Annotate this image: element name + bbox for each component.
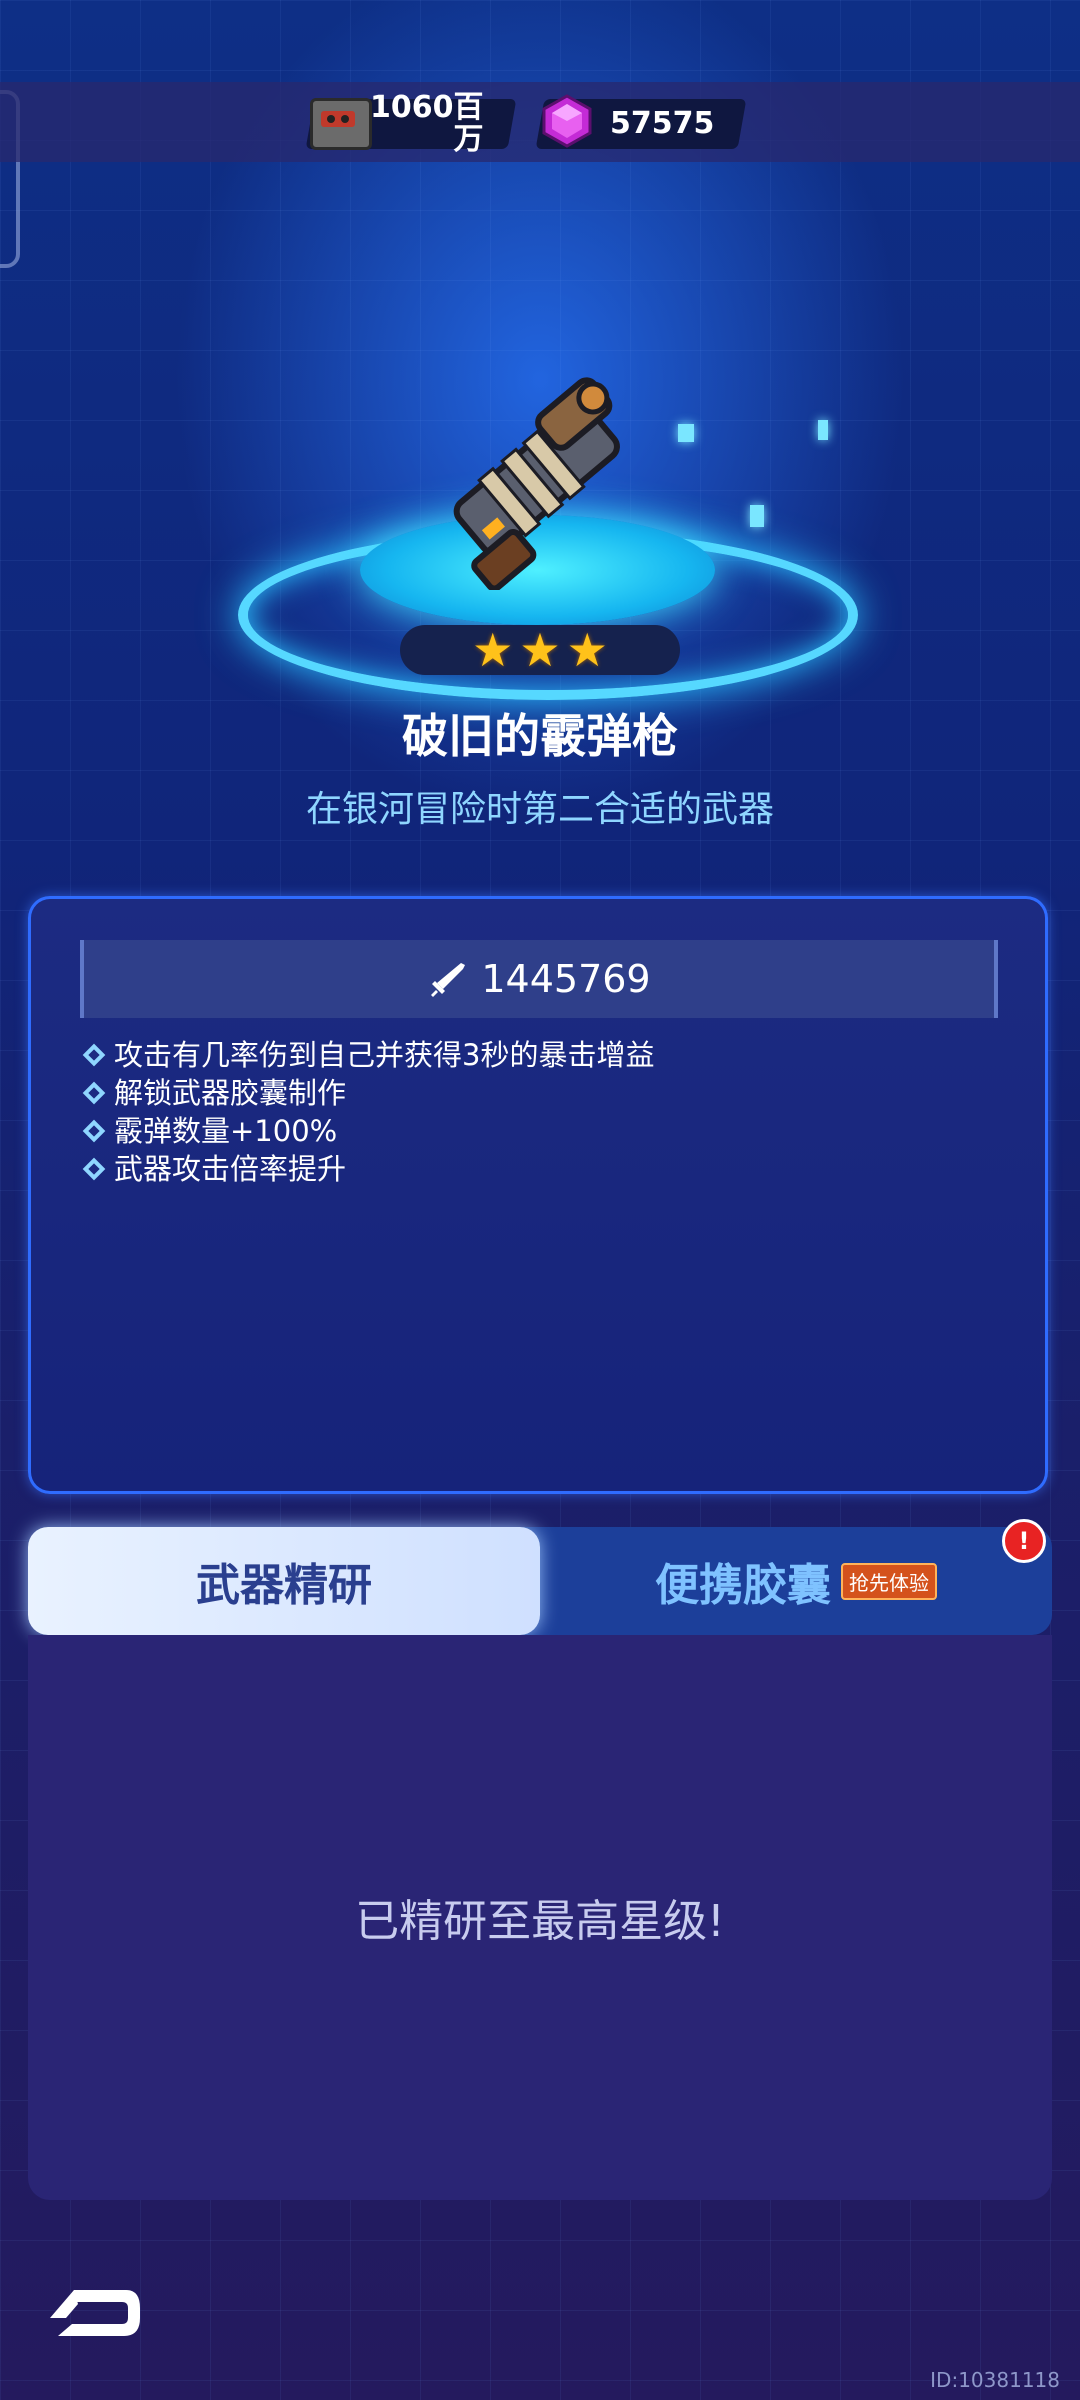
- cassette-tape-icon: [310, 98, 372, 150]
- resource-bar: 1060百 万 57575: [0, 82, 1080, 162]
- sparkle: [818, 420, 828, 440]
- sparkle: [750, 505, 764, 527]
- weapon-showcase: ★ ★ ★: [0, 300, 1080, 720]
- tape-currency[interactable]: 1060百 万: [305, 90, 516, 157]
- effects-list: 攻击有几率伤到自己并获得3秒的暴击增益 解锁武器胶囊制作 霰弹数量+100% 武…: [82, 1036, 654, 1188]
- max-level-message: 已精研至最高星级!: [355, 1896, 725, 1947]
- diamond-bullet-icon: [82, 1081, 106, 1105]
- gem-currency-value: 57575: [610, 106, 715, 141]
- back-arrow-icon[interactable]: [44, 2278, 144, 2348]
- tab-content: 已精研至最高星级!: [28, 1635, 1052, 2200]
- weapon-description: 在银河冒险时第二合适的武器: [305, 789, 774, 830]
- tape-currency-value: 1060百 万: [370, 90, 484, 157]
- early-access-badge: 抢先体验: [841, 1562, 937, 1600]
- player-id: ID:10381118: [930, 2368, 1060, 2392]
- effect-item: 霰弹数量+100%: [82, 1112, 654, 1150]
- power-value: 1445769: [481, 957, 651, 1001]
- purple-gem-icon: [542, 94, 592, 148]
- weapon-power: 1445769: [80, 940, 998, 1018]
- exclamation-icon: !: [1002, 1519, 1046, 1563]
- tab-bar: 武器精研 便携胶囊 抢先体验 !: [28, 1519, 1052, 1635]
- gem-currency[interactable]: 57575: [535, 94, 747, 152]
- effect-item: 解锁武器胶囊制作: [82, 1074, 654, 1112]
- effect-item: 武器攻击倍率提升: [82, 1150, 654, 1188]
- effect-item: 攻击有几率伤到自己并获得3秒的暴击增益: [82, 1036, 654, 1074]
- sparkle: [678, 424, 694, 442]
- weapon-name: 破旧的霰弹枪: [402, 709, 678, 763]
- sword-icon: [431, 963, 466, 997]
- star-icon: ★: [566, 623, 608, 677]
- star-rating: ★ ★ ★: [400, 625, 680, 675]
- star-icon: ★: [472, 623, 514, 677]
- shotgun-icon: [453, 377, 620, 590]
- star-icon: ★: [519, 623, 561, 677]
- diamond-bullet-icon: [82, 1043, 106, 1067]
- weapon-stats-panel: 1445769 攻击有几率伤到自己并获得3秒的暴击增益 解锁武器胶囊制作 霰弹数…: [28, 896, 1048, 1494]
- tab-portable-capsule[interactable]: 便携胶囊 抢先体验: [540, 1527, 1052, 1635]
- tab-weapon-refine[interactable]: 武器精研: [28, 1527, 540, 1635]
- diamond-bullet-icon: [82, 1119, 106, 1143]
- diamond-bullet-icon: [82, 1157, 106, 1181]
